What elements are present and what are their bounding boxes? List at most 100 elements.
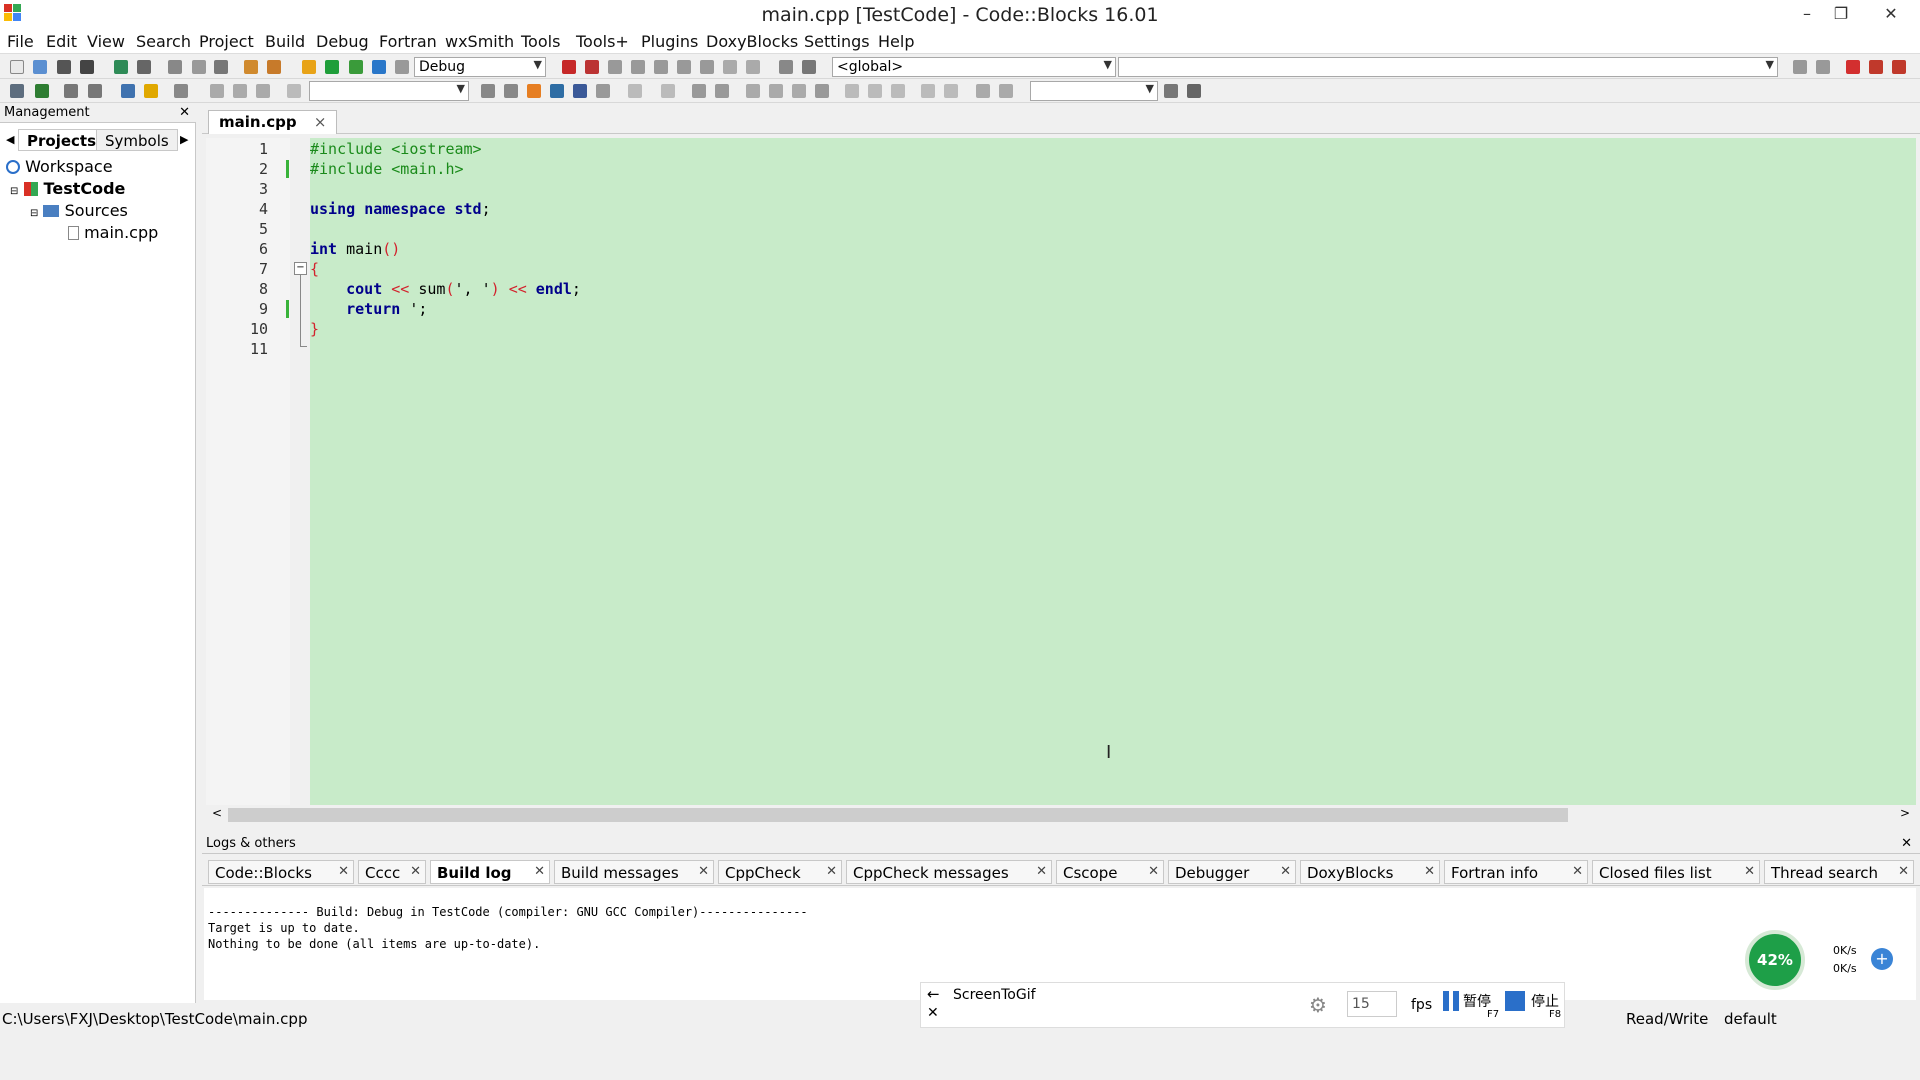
network-monitor[interactable]: 42% 0K/s 0K/s + xyxy=(1745,930,1900,990)
paste-icon[interactable] xyxy=(214,60,228,74)
stop-debug-icon[interactable] xyxy=(746,60,760,74)
menu-doxyblocks[interactable]: DoxyBlocks xyxy=(706,32,798,51)
save-icon[interactable] xyxy=(57,60,71,74)
s-icon[interactable] xyxy=(976,84,990,98)
page-icon[interactable] xyxy=(715,84,729,98)
code-editor[interactable]: #include <iostream> #include <main.h> us… xyxy=(310,138,1916,805)
layout-a-icon[interactable] xyxy=(746,84,760,98)
tab-close-icon[interactable]: ✕ xyxy=(1036,864,1047,879)
menu-project[interactable]: Project xyxy=(199,32,254,51)
shape-b-icon[interactable] xyxy=(868,84,882,98)
copy-icon[interactable] xyxy=(192,60,206,74)
maximize-button[interactable]: ❐ xyxy=(1818,0,1864,30)
menu-edit[interactable]: Edit xyxy=(46,32,77,51)
block-icon[interactable] xyxy=(661,84,675,98)
step-into-icon[interactable] xyxy=(631,60,645,74)
step-instruction-icon[interactable] xyxy=(700,60,714,74)
stop-icon[interactable] xyxy=(1505,991,1525,1011)
scope-select[interactable]: <global> ▼ xyxy=(832,57,1116,77)
debug-info-icon[interactable] xyxy=(802,60,816,74)
tab-cccc[interactable]: Cccc ✕ xyxy=(358,860,426,884)
stack-icon[interactable] xyxy=(10,84,24,98)
comment-block-icon[interactable] xyxy=(64,84,78,98)
c-icon[interactable] xyxy=(999,84,1013,98)
editor-horizontal-scrollbar[interactable]: < > xyxy=(206,805,1916,825)
tree-folder-sources[interactable]: ⊟ Sources xyxy=(30,201,128,220)
menu-tools-plus[interactable]: Tools+ xyxy=(576,32,629,51)
match-case-icon[interactable] xyxy=(573,84,587,98)
tree-workspace[interactable]: Workspace xyxy=(6,157,113,176)
jump-back-icon[interactable] xyxy=(1793,60,1807,74)
pause-icon[interactable] xyxy=(723,60,737,74)
bookmark-next-icon[interactable] xyxy=(1892,60,1906,74)
tab-close-icon[interactable]: ✕ xyxy=(1572,864,1583,879)
bookmark-toggle-icon[interactable] xyxy=(1846,60,1860,74)
tab-codeblocks-log[interactable]: Code::Blocks ✕ xyxy=(208,860,354,884)
close-icon[interactable]: ✕ xyxy=(179,105,190,120)
redo-icon[interactable] xyxy=(137,60,151,74)
tab-main-cpp[interactable]: main.cpp × xyxy=(208,110,338,134)
image-icon[interactable] xyxy=(692,84,706,98)
tab-close-icon[interactable]: ✕ xyxy=(338,864,349,879)
tab-cppcheck[interactable]: CppCheck ✕ xyxy=(718,860,842,884)
menu-fortran[interactable]: Fortran xyxy=(379,32,437,51)
pause-label[interactable]: 暂停 xyxy=(1463,991,1491,1011)
abort-icon[interactable] xyxy=(395,60,409,74)
zoom-out-icon[interactable] xyxy=(944,84,958,98)
collapse-icon[interactable]: ⊟ xyxy=(10,186,18,197)
menu-settings[interactable]: Settings xyxy=(804,32,870,51)
wrench-icon[interactable] xyxy=(174,84,188,98)
comment-line-icon[interactable] xyxy=(88,84,102,98)
run-icon[interactable] xyxy=(325,60,339,74)
tab-close-icon[interactable]: ✕ xyxy=(826,864,837,879)
tab-debugger[interactable]: Debugger ✕ xyxy=(1168,860,1296,884)
tab-projects[interactable]: Projects xyxy=(18,129,106,151)
tab-cscope[interactable]: Cscope ✕ xyxy=(1056,860,1164,884)
fps-input[interactable]: 15 xyxy=(1347,991,1397,1017)
cut-icon[interactable] xyxy=(168,60,182,74)
tab-close-icon[interactable]: × xyxy=(314,113,327,131)
tab-close-icon[interactable]: ✕ xyxy=(1280,864,1291,879)
shape-c-icon[interactable] xyxy=(891,84,905,98)
tab-close-icon[interactable]: ✕ xyxy=(1424,864,1435,879)
tab-close-icon[interactable]: ✕ xyxy=(1898,864,1909,879)
layout-b-icon[interactable] xyxy=(769,84,783,98)
rebuild-icon[interactable] xyxy=(372,60,386,74)
pause-icon[interactable] xyxy=(1443,991,1459,1011)
tab-scroll-right-icon[interactable]: ▶ xyxy=(180,133,188,146)
tab-thread-search[interactable]: Thread search ✕ xyxy=(1764,860,1914,884)
scrollbar-thumb[interactable] xyxy=(228,808,1568,822)
replace-icon[interactable] xyxy=(267,60,281,74)
build-run-icon[interactable] xyxy=(349,60,363,74)
prev-occurrence-icon[interactable] xyxy=(210,84,224,98)
tab-close-icon[interactable]: ✕ xyxy=(1744,864,1755,879)
tab-close-icon[interactable]: ✕ xyxy=(1148,864,1159,879)
regex-icon[interactable] xyxy=(596,84,610,98)
menu-file[interactable]: File xyxy=(7,32,34,51)
gear-icon[interactable]: ⚙ xyxy=(1309,993,1327,1017)
zoom-in-icon[interactable] xyxy=(921,84,935,98)
highlight-icon[interactable] xyxy=(233,84,247,98)
doxy-help-icon[interactable] xyxy=(144,84,158,98)
undo-icon[interactable] xyxy=(114,60,128,74)
scroll-left-icon[interactable]: < xyxy=(212,806,222,820)
menu-plugins[interactable]: Plugins xyxy=(641,32,698,51)
build-target-select[interactable]: Debug ▼ xyxy=(414,57,546,77)
layout-d-icon[interactable] xyxy=(815,84,829,98)
close-icon[interactable]: ✕ xyxy=(927,1005,939,1021)
tab-close-icon[interactable]: ✕ xyxy=(410,864,421,879)
tab-cppcheck-messages[interactable]: CppCheck messages ✕ xyxy=(846,860,1052,884)
run-to-cursor-icon[interactable] xyxy=(585,60,599,74)
menu-help[interactable]: Help xyxy=(878,32,914,51)
menu-tools[interactable]: Tools xyxy=(521,32,560,51)
doxy-extract-icon[interactable] xyxy=(121,84,135,98)
next-line-icon[interactable] xyxy=(608,60,622,74)
shape-a-icon[interactable] xyxy=(845,84,859,98)
build-gear-icon[interactable] xyxy=(302,60,316,74)
jump-forward-icon[interactable] xyxy=(1816,60,1830,74)
next-instruction-icon[interactable] xyxy=(677,60,691,74)
search-go-icon[interactable] xyxy=(1164,84,1178,98)
menu-debug[interactable]: Debug xyxy=(316,32,369,51)
find-icon[interactable] xyxy=(244,60,258,74)
fold-marker-icon[interactable]: − xyxy=(294,262,307,275)
